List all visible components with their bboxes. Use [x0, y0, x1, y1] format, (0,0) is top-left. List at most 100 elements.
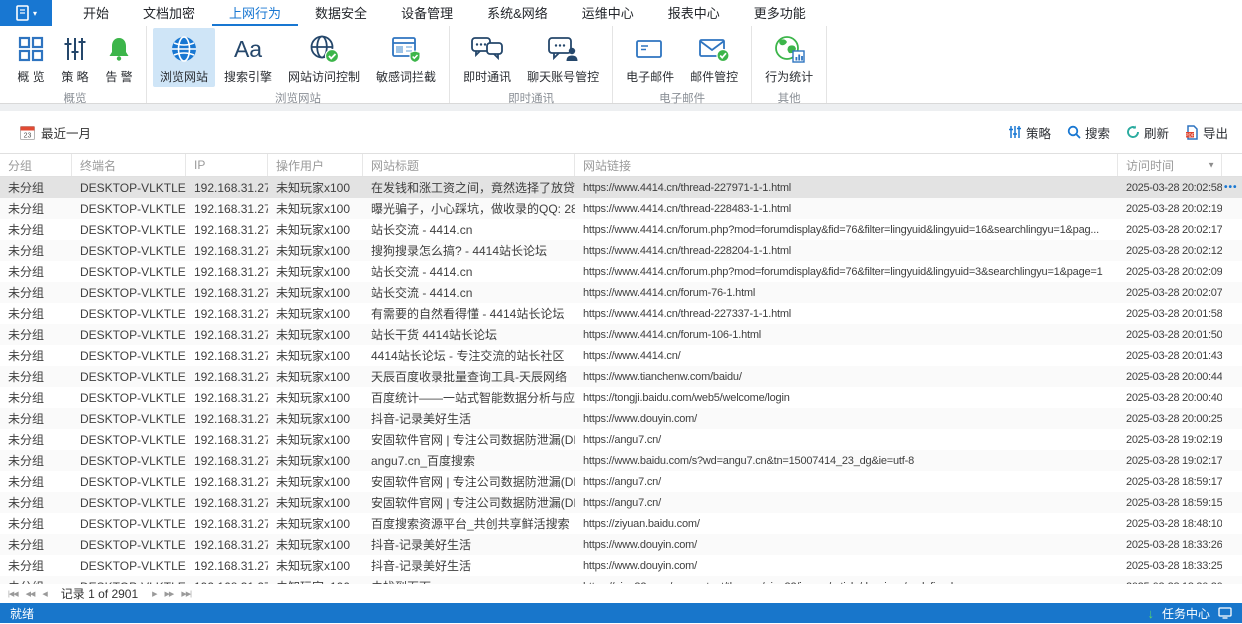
search-button[interactable]: 搜索 — [1067, 123, 1110, 142]
column-header-ip[interactable]: IP — [186, 154, 268, 176]
date-range-filter[interactable]: 23 最近一月 — [20, 123, 91, 142]
row-actions-button[interactable]: ••• — [1222, 177, 1242, 198]
column-header-time-label: 访问时间 — [1126, 158, 1175, 173]
ribbon-group-email: 电子邮件 邮件管控 电子邮件 — [613, 26, 753, 105]
column-header-url[interactable]: 网站链接 — [575, 154, 1118, 176]
cell-group: 未分组 — [8, 496, 45, 510]
cell-actions — [1222, 345, 1242, 366]
table-row[interactable]: 未分组 DESKTOP-VLKTLE1 192.168.31.27 未知玩家x100 a… — [0, 450, 1242, 471]
cell-ip: 192.168.31.27 — [194, 327, 268, 342]
cell-actions — [1222, 303, 1242, 324]
table-row[interactable]: 未分组 DESKTOP-VLKTLE1 192.168.31.27 未知玩家x100 搜… — [0, 240, 1242, 261]
chat-account-control-button[interactable]: 聊天账号管控 — [520, 28, 606, 87]
ribbon-group-browse-website: 浏览网站 Aa 搜索引擎 网站访问控制 敏感词拦截 浏览网站 — [147, 26, 451, 105]
table-row[interactable]: 未分组 DESKTOP-VLKTLE1 192.168.31.27 未知玩家x100 抖… — [0, 534, 1242, 555]
cell-group: 未分组 — [8, 286, 45, 300]
nav-prev-button[interactable]: ◀ — [40, 590, 48, 598]
time-filter-caret-icon[interactable]: ▼ — [1207, 161, 1215, 170]
cell-ip: 192.168.31.27 — [194, 432, 268, 447]
policy-button[interactable]: 策略 — [1008, 123, 1051, 142]
browse-website-button[interactable]: 浏览网站 — [153, 28, 216, 87]
nav-next-page-button[interactable]: ▶▶ — [163, 590, 176, 598]
tab-more-features[interactable]: 更多功能 — [737, 0, 823, 26]
cell-user: 未知玩家x100 — [276, 202, 351, 216]
table-row[interactable]: 未分组 DESKTOP-VLKTLE1 192.168.31.27 未知玩家x100 4… — [0, 345, 1242, 366]
table-row[interactable]: 未分组 DESKTOP-VLKTLE1 192.168.31.27 未知玩家x100 天… — [0, 366, 1242, 387]
sensitive-word-block-button[interactable]: 敏感词拦截 — [369, 28, 443, 87]
cell-ip: 192.168.31.27 — [194, 264, 268, 279]
cell-ip: 192.168.31.27 — [194, 516, 268, 531]
cell-user: 未知玩家x100 — [276, 391, 351, 405]
record-count-label: 记录 1 of 2901 — [60, 587, 139, 601]
email-button[interactable]: 电子邮件 — [619, 28, 681, 87]
table-row[interactable]: 未分组 DESKTOP-VLKTLE1 192.168.31.27 未知玩家x100 安… — [0, 429, 1242, 450]
task-center-window-icon[interactable] — [1218, 607, 1232, 619]
policy-ribbon-button[interactable]: 策 略 — [54, 28, 96, 87]
table-row[interactable]: 未分组 DESKTOP-VLKTLE1 192.168.31.27 未知玩家x100 站… — [0, 219, 1242, 240]
column-header-time[interactable]: 访问时间 ▼ — [1118, 154, 1222, 176]
instant-messaging-button[interactable]: 即时通讯 — [456, 28, 518, 87]
cell-url: https://www.douyin.com/ — [583, 412, 698, 425]
column-header-group[interactable]: 分组 — [0, 154, 72, 176]
website-access-control-button[interactable]: 网站访问控制 — [281, 28, 367, 87]
cell-title: 安固软件官网 | 专注公司数据防泄漏(DLP)，... — [371, 475, 575, 489]
table-row[interactable]: 未分组DESKTOP-VLKTLE1192.168.31.27未知玩家x100未… — [0, 576, 1242, 584]
cell-ip: 192.168.31.27 — [194, 390, 268, 405]
cell-group: 未分组 — [8, 433, 45, 447]
cell-time: 2025-03-28 20:00:40 — [1126, 391, 1222, 404]
table-row[interactable]: 未分组 DESKTOP-VLKTLE1 192.168.31.27 未知玩家x100 抖… — [0, 555, 1242, 576]
cell-user: 未知玩家x100 — [276, 370, 351, 384]
table-row[interactable]: 未分组 DESKTOP-VLKTLE1 192.168.31.27 未知玩家x100 在… — [0, 177, 1242, 198]
refresh-button-label: 刷新 — [1143, 126, 1169, 141]
cell-group: 未分组 — [8, 181, 45, 195]
cell-time: 2025-03-28 18:33:25 — [1126, 559, 1222, 572]
table-row[interactable]: 未分组 DESKTOP-VLKTLE1 192.168.31.27 未知玩家x100 抖… — [0, 408, 1242, 429]
cell-user: 未知玩家x100 — [276, 559, 351, 573]
alert-button[interactable]: 告 警 — [98, 28, 140, 87]
app-menu-button[interactable]: ▾ — [0, 0, 52, 26]
table-row[interactable]: 未分组 DESKTOP-VLKTLE1 192.168.31.27 未知玩家x100 百… — [0, 513, 1242, 534]
behavior-stats-button[interactable]: 行为统计 — [758, 28, 820, 87]
cell-terminal: DESKTOP-VLKTLE1 — [80, 558, 186, 573]
table-row[interactable]: 未分组 DESKTOP-VLKTLE1 192.168.31.27 未知玩家x100 安… — [0, 471, 1242, 492]
table-row[interactable]: 未分组 DESKTOP-VLKTLE1 192.168.31.27 未知玩家x100 曝… — [0, 198, 1242, 219]
table-row[interactable]: 未分组 DESKTOP-VLKTLE1 192.168.31.27 未知玩家x100 安… — [0, 492, 1242, 513]
table-row[interactable]: 未分组 DESKTOP-VLKTLE1 192.168.31.27 未知玩家x100 站… — [0, 261, 1242, 282]
tab-data-security[interactable]: 数据安全 — [298, 0, 384, 26]
refresh-button[interactable]: 刷新 — [1126, 123, 1169, 142]
nav-next-button[interactable]: ▶ — [150, 590, 158, 598]
tab-start[interactable]: 开始 — [66, 0, 126, 26]
column-header-terminal[interactable]: 终端名 — [72, 154, 186, 176]
tab-device-management[interactable]: 设备管理 — [384, 0, 470, 26]
task-center-button[interactable]: 任务中心 — [1162, 605, 1210, 622]
tab-ops-center[interactable]: 运维中心 — [565, 0, 651, 26]
cell-ip: 192.168.31.27 — [194, 411, 268, 426]
cell-time: 2025-03-28 18:30:30 — [1118, 576, 1222, 585]
tab-doc-encryption[interactable]: 文档加密 — [126, 0, 212, 26]
tab-internet-behavior[interactable]: 上网行为 — [212, 0, 299, 26]
column-header-title[interactable]: 网站标题 — [363, 154, 575, 176]
table-row[interactable]: 未分组 DESKTOP-VLKTLE1 192.168.31.27 未知玩家x100 站… — [0, 324, 1242, 345]
cell-time: 2025-03-28 18:59:15 — [1126, 496, 1222, 509]
overview-button[interactable]: 概 览 — [10, 28, 52, 87]
export-button[interactable]: PDF 导出 — [1185, 123, 1228, 142]
cell-group: 未分组 — [8, 202, 45, 216]
table-row[interactable]: 未分组 DESKTOP-VLKTLE1 192.168.31.27 未知玩家x100 百… — [0, 387, 1242, 408]
cell-title: 在发钱和涨工资之间，竟然选择了放贷款，... — [371, 181, 575, 195]
nav-first-button[interactable]: |◀◀ — [6, 590, 20, 598]
tab-report-center[interactable]: 报表中心 — [651, 0, 737, 26]
cell-actions — [1222, 408, 1242, 429]
cell-title: 百度统计——一站式智能数据分析与应用平台 — [371, 391, 575, 405]
column-header-user[interactable]: 操作用户 — [268, 154, 363, 176]
table-row[interactable]: 未分组 DESKTOP-VLKTLE1 192.168.31.27 未知玩家x100 有… — [0, 303, 1242, 324]
search-engine-button[interactable]: Aa 搜索引擎 — [217, 28, 279, 87]
cell-user: 未知玩家x100 — [276, 286, 351, 300]
nav-last-button[interactable]: ▶▶| — [179, 590, 193, 598]
cell-user: 未知玩家x100 — [276, 517, 351, 531]
cell-ip: 192.168.31.27 — [194, 558, 268, 573]
cell-group: 未分组 — [8, 244, 45, 258]
email-control-button[interactable]: 邮件管控 — [683, 28, 745, 87]
tab-system-network[interactable]: 系统&网络 — [470, 0, 565, 26]
nav-prev-page-button[interactable]: ◀◀ — [24, 590, 37, 598]
table-row[interactable]: 未分组 DESKTOP-VLKTLE1 192.168.31.27 未知玩家x100 站… — [0, 282, 1242, 303]
